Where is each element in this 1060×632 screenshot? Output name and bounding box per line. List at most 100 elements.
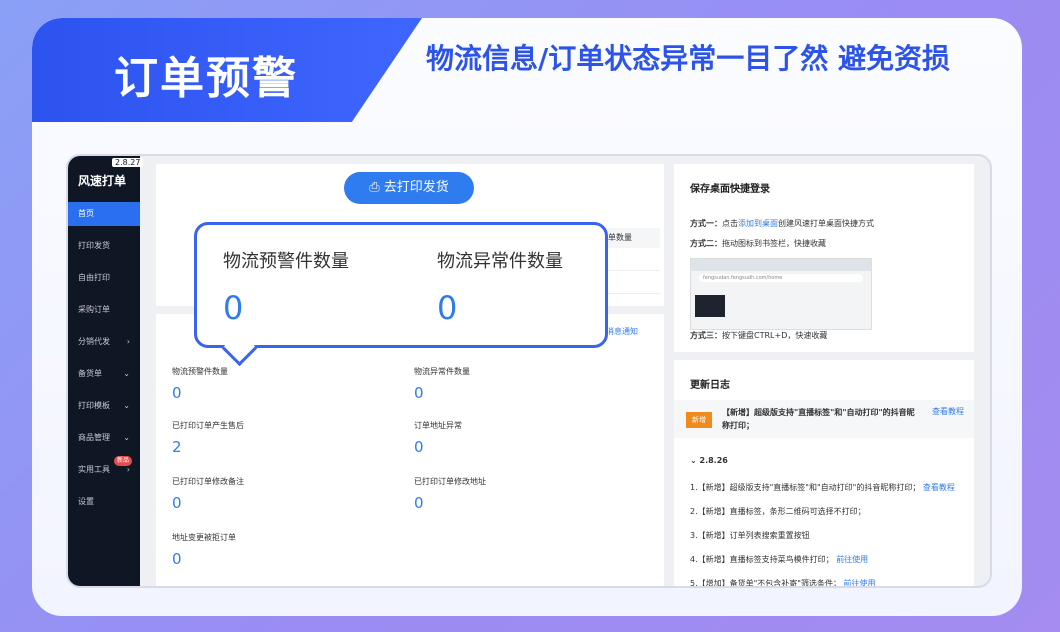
sidebar-item-tools[interactable]: 实用工具 新品 › bbox=[68, 456, 140, 482]
stat-label: 物流异常件数量 bbox=[414, 367, 470, 376]
callout-label-exception: 物流异常件数量 bbox=[437, 251, 563, 272]
browser-url: fengsudan.fengsudh.com/home bbox=[699, 274, 863, 282]
desktop-login-title: 保存桌面快捷登录 bbox=[690, 184, 770, 195]
stat-value[interactable]: 0 bbox=[172, 384, 228, 402]
stat-remark-changed: 已打印订单修改备注 0 bbox=[172, 476, 244, 512]
stat-address-exception: 订单地址异常 0 bbox=[414, 420, 462, 456]
list-item: 1.【新增】超级版支持"直播标签"和"自动打印"的抖音昵称打印； 查看教程 bbox=[690, 482, 955, 493]
chevron-right-icon: › bbox=[126, 337, 130, 346]
stat-address-change-rejected: 地址变更被拒订单 0 bbox=[172, 532, 236, 568]
list-item-text: 2.【新增】直播标签，条形二维码可选择不打印； bbox=[690, 507, 866, 516]
list-item-text: 4.【新增】直播标签支持菜鸟模件打印； bbox=[690, 555, 834, 564]
list-item-link[interactable]: 前往使用 bbox=[836, 555, 868, 564]
way-three-prefix: 方式三： bbox=[690, 331, 722, 340]
desktop-login-panel: 保存桌面快捷登录 方式一：点击添加到桌面创建风速打单桌面快捷方式 方式二：拖动图… bbox=[674, 164, 974, 352]
list-item-link[interactable]: 前往使用 bbox=[844, 579, 876, 586]
highlight-text: 【新增】超级版支持"直播标签"和"自动打印"的抖音昵称打印； bbox=[722, 408, 915, 430]
stat-value[interactable]: 0 bbox=[172, 550, 236, 568]
printer-icon: ⎙ bbox=[369, 180, 384, 195]
chevron-down-icon: ⌄ bbox=[123, 401, 130, 410]
app-logo: 风速打单 bbox=[78, 174, 127, 188]
stat-value[interactable]: 0 bbox=[414, 438, 462, 456]
app-screenshot: 风速打单 2.8.27 首页 打印发货 自由打印 采购订单 分销代发 › 备货单 ⌄… bbox=[66, 154, 992, 588]
browser-illustration: fengsudan.fengsudh.com/home bbox=[690, 258, 872, 330]
stat-address-changed: 已打印订单修改地址 0 bbox=[414, 476, 486, 512]
way-three-text: 按下键盘CTRL+D，快速收藏 bbox=[722, 331, 828, 340]
callout-value-exception: 0 bbox=[437, 289, 458, 327]
list-item: 5.【增加】备货单"不包含补寄"筛选条件； 前往使用 bbox=[690, 578, 876, 588]
banner-tag-text: 订单预警 bbox=[114, 53, 298, 104]
list-item: 3.【新增】订单列表搜索重置按钮 bbox=[690, 530, 810, 541]
go-print-button[interactable]: ⎙ 去打印发货 bbox=[344, 172, 474, 204]
main-content: ⎙ 去打印发货 数中订单数量 13 0 置异常订单消息通知 物流预警件数量0 物… bbox=[156, 156, 664, 586]
callout-label-warning: 物流预警件数量 bbox=[223, 251, 349, 272]
list-item-text: 1.【新增】超级版支持"直播标签"和"自动打印"的抖音昵称打印； bbox=[690, 483, 921, 492]
banner-headline: 物流信息/订单状态异常一目了然 避免资损 bbox=[426, 42, 950, 75]
chevron-down-icon: ⌄ bbox=[123, 433, 130, 442]
way-two: 方式二：拖动图标到书签栏，快捷收藏 bbox=[690, 238, 826, 249]
stat-logistics-warning: 物流预警件数量 0 bbox=[172, 366, 228, 402]
sidebar-item-products[interactable]: 商品管理 ⌄ bbox=[68, 426, 140, 450]
stat-value[interactable]: 0 bbox=[414, 384, 470, 402]
stat-value[interactable]: 0 bbox=[414, 494, 486, 512]
sidebar-item-template[interactable]: 打印模板 ⌄ bbox=[68, 394, 140, 418]
go-print-button-label: 去打印发货 bbox=[383, 180, 449, 195]
callout-bubble: 物流预警件数量 0 物流异常件数量 0 bbox=[194, 222, 608, 348]
version-row[interactable]: ⌄ 2.8.26 bbox=[690, 456, 728, 465]
view-tutorial-link[interactable]: 查看教程 bbox=[932, 406, 964, 417]
stat-logistics-exception: 物流异常件数量 0 bbox=[414, 366, 470, 402]
sidebar-item-purchase[interactable]: 采购订单 bbox=[68, 298, 140, 322]
chevron-down-icon: ⌄ bbox=[123, 369, 130, 378]
list-item-text: 3.【新增】订单列表搜索重置按钮 bbox=[690, 531, 810, 540]
sidebar-item-label: 实用工具 bbox=[78, 465, 110, 474]
way-two-prefix: 方式二： bbox=[690, 239, 722, 248]
way-two-text: 拖动图标到书签栏，快捷收藏 bbox=[722, 239, 826, 248]
stat-label: 订单地址异常 bbox=[414, 421, 462, 430]
stat-after-sale: 已打印订单产生售后 2 bbox=[172, 420, 244, 456]
way-three: 方式三：按下键盘CTRL+D，快速收藏 bbox=[690, 330, 827, 341]
sidebar-item-distribution[interactable]: 分销代发 › bbox=[68, 330, 140, 354]
stat-value[interactable]: 0 bbox=[172, 494, 244, 512]
way-one-text-b: 创建风速打单桌面快捷方式 bbox=[778, 219, 874, 228]
sidebar-item-label: 打印发货 bbox=[78, 241, 110, 250]
sidebar-item-settings[interactable]: 设置 bbox=[68, 490, 140, 514]
sidebar: 风速打单 2.8.27 首页 打印发货 自由打印 采购订单 分销代发 › 备货单 ⌄… bbox=[68, 156, 144, 586]
way-one: 方式一：点击添加到桌面创建风速打单桌面快捷方式 bbox=[690, 218, 874, 229]
sidebar-item-home[interactable]: 首页 bbox=[68, 202, 140, 226]
right-column: 保存桌面快捷登录 方式一：点击添加到桌面创建风速打单桌面快捷方式 方式二：拖动图… bbox=[674, 156, 974, 586]
stat-label: 已打印订单产生售后 bbox=[172, 421, 244, 430]
sidebar-item-label: 采购订单 bbox=[78, 305, 110, 314]
new-badge: 新增 bbox=[686, 412, 712, 428]
stat-label: 地址变更被拒订单 bbox=[172, 533, 236, 542]
stat-value[interactable]: 2 bbox=[172, 438, 244, 456]
way-one-text-a: 点击 bbox=[722, 219, 738, 228]
list-item-text: 5.【增加】备货单"不包含补寄"筛选条件； bbox=[690, 579, 841, 588]
version-label: 2.8.26 bbox=[699, 456, 728, 465]
sidebar-item-label: 设置 bbox=[78, 497, 94, 506]
sidebar-item-label: 备货单 bbox=[78, 369, 102, 378]
sidebar-item-print-ship[interactable]: 打印发货 bbox=[68, 234, 140, 258]
stat-label: 已打印订单修改备注 bbox=[172, 477, 244, 486]
chevron-down-icon: ⌄ bbox=[690, 456, 700, 465]
sidebar-item-label: 打印模板 bbox=[78, 401, 110, 410]
browser-tab-bar bbox=[691, 259, 871, 271]
list-item: 4.【新增】直播标签支持菜鸟模件打印； 前往使用 bbox=[690, 554, 868, 565]
sidebar-item-label: 自由打印 bbox=[78, 273, 110, 282]
sidebar-item-label: 分销代发 bbox=[78, 337, 110, 346]
list-item-link[interactable]: 查看教程 bbox=[923, 483, 955, 492]
sidebar-item-label: 首页 bbox=[78, 209, 94, 218]
chevron-right-icon: › bbox=[126, 465, 130, 474]
banner-tag: 订单预警 bbox=[32, 18, 422, 122]
changelog-panel: 更新日志 新增 【新增】超级版支持"直播标签"和"自动打印"的抖音昵称打印； 查… bbox=[674, 360, 974, 588]
app-thumbnail bbox=[695, 295, 725, 317]
stat-label: 物流预警件数量 bbox=[172, 367, 228, 376]
add-to-desktop-link[interactable]: 添加到桌面 bbox=[738, 219, 778, 228]
promo-card: 订单预警 物流信息/订单状态异常一目了然 避免资损 风速打单 2.8.27 首页… bbox=[32, 18, 1022, 616]
stat-label: 已打印订单修改地址 bbox=[414, 477, 486, 486]
list-item: 2.【新增】直播标签，条形二维码可选择不打印； bbox=[690, 506, 866, 517]
changelog-title: 更新日志 bbox=[690, 380, 730, 391]
way-one-prefix: 方式一： bbox=[690, 219, 722, 228]
sidebar-item-stock[interactable]: 备货单 ⌄ bbox=[68, 362, 140, 386]
sidebar-item-free-print[interactable]: 自由打印 bbox=[68, 266, 140, 290]
callout-value-warning: 0 bbox=[223, 289, 244, 327]
